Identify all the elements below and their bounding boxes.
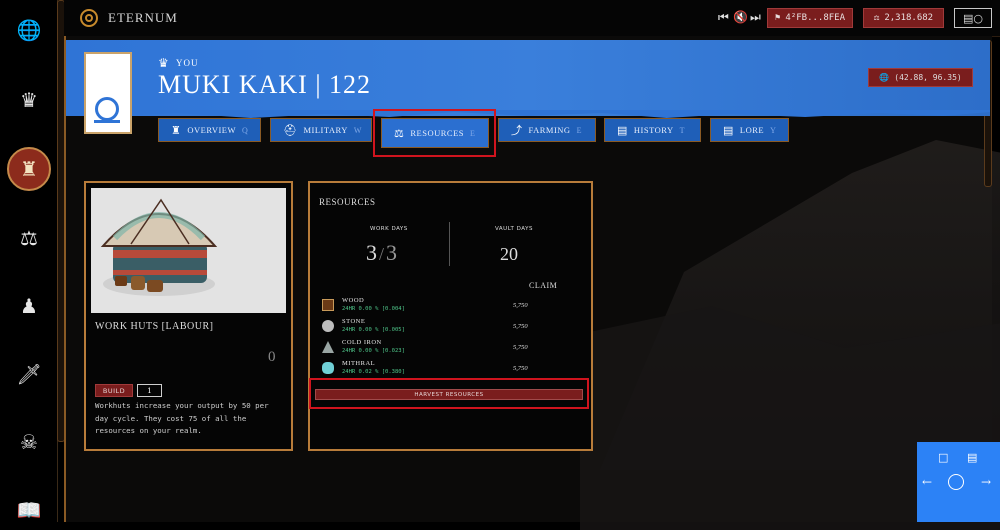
- map-nav-pad: □ ▤ ← →: [917, 442, 1000, 522]
- resource-name: MITHRAL: [342, 360, 376, 367]
- resource-name: STONE: [342, 318, 366, 325]
- stone-icon: [322, 320, 334, 332]
- tab-history[interactable]: ▤ HISTORY T: [604, 118, 701, 142]
- tab-farming[interactable]: ⤴ FARMING E: [498, 118, 596, 142]
- realm-symbol-icon: [94, 97, 120, 123]
- center-map-icon[interactable]: [948, 474, 964, 490]
- account-address: 4²FB...8FEA: [785, 13, 846, 23]
- work-days-label: WORK DAYS: [370, 226, 408, 232]
- crown-icon[interactable]: ♛: [15, 86, 43, 114]
- tab-shortcut: T: [679, 125, 686, 135]
- scroll-icon: ▤: [617, 124, 628, 137]
- work-days-value: 3/3: [366, 240, 398, 265]
- wallet-icon[interactable]: ▤○: [954, 8, 992, 28]
- owner-label: YOU: [176, 58, 199, 68]
- castle-icon: ♜: [171, 124, 182, 137]
- skip-forward-icon[interactable]: ⏭: [750, 10, 761, 25]
- skull-icon[interactable]: ☠: [15, 428, 43, 456]
- sword-icon[interactable]: 🗡: [15, 360, 43, 388]
- work-hut-image: [91, 188, 286, 313]
- balance-value: 2,318.682: [884, 13, 934, 23]
- chest-icon[interactable]: ▤: [967, 451, 977, 464]
- resources-card: [308, 181, 593, 451]
- scythe-icon: ⤴: [511, 125, 523, 137]
- mithral-icon: [322, 362, 334, 374]
- work-days-current: 3: [366, 240, 377, 265]
- tab-military[interactable]: ⛑ MILITARY W: [270, 118, 372, 142]
- tab-shortcut: Y: [770, 125, 777, 135]
- resources-title: RESOURCES: [319, 197, 376, 207]
- highlight-box: [373, 109, 496, 157]
- resource-claim: 5,750: [513, 365, 528, 372]
- yurt-illustration: [100, 198, 218, 296]
- resource-claim: 5,750: [513, 302, 528, 309]
- tab-label: HISTORY: [633, 125, 674, 135]
- tab-shortcut: W: [353, 125, 362, 135]
- stat-divider: [449, 222, 450, 266]
- tab-label: LORE: [739, 125, 765, 135]
- build-quantity-input[interactable]: 1: [137, 384, 162, 397]
- brand-title: ETERNUM: [108, 10, 178, 25]
- resource-claim: 5,750: [513, 344, 528, 351]
- build-button[interactable]: BUILD: [95, 384, 133, 397]
- tab-shortcut: Q: [242, 125, 249, 135]
- globe-icon: 🌐: [879, 73, 890, 82]
- lords-balance[interactable]: ⚖ 2,318.682: [863, 8, 944, 28]
- flag-icon: ⚑: [774, 13, 781, 23]
- book-icon[interactable]: 📖: [15, 496, 43, 524]
- resource-rate: 24HR 0.00 % [0.004]: [342, 306, 405, 312]
- resource-rate: 24HR 0.00 % [0.005]: [342, 327, 405, 333]
- tab-label: OVERVIEW: [187, 125, 237, 135]
- tab-overview[interactable]: ♜ OVERVIEW Q: [158, 118, 261, 142]
- globe-icon[interactable]: 🌐: [15, 16, 43, 44]
- resource-name: COLD IRON: [342, 339, 382, 346]
- arrow-left-icon[interactable]: ←: [922, 475, 932, 489]
- claim-header: CLAIM: [529, 281, 558, 290]
- tab-shortcut: E: [576, 125, 582, 135]
- highlight-box: [309, 378, 589, 409]
- account-button[interactable]: ⚑ 4²FB...8FEA: [767, 8, 853, 28]
- coordinates-button[interactable]: 🌐 (42.88, 96.35): [868, 68, 973, 87]
- resource-claim: 5,750: [513, 323, 528, 330]
- lords-icon: ⚖: [873, 13, 880, 23]
- army-icon[interactable]: ♟: [15, 292, 43, 320]
- coordinates-value: (42.88, 96.35): [894, 73, 962, 82]
- tab-lore[interactable]: ▤ LORE Y: [710, 118, 789, 142]
- balance-icon[interactable]: ⚖: [15, 224, 43, 252]
- wood-icon: [322, 299, 334, 311]
- resource-rate: 24HR 0.00 % [0.023]: [342, 348, 405, 354]
- resource-name: WOOD: [342, 297, 365, 304]
- top-bar: [64, 0, 1000, 37]
- eternum-logo-icon: [80, 9, 98, 27]
- tab-label: MILITARY: [303, 125, 348, 135]
- work-huts-title: WORK HUTS [LABOUR]: [95, 321, 214, 332]
- vault-days-label: VAULT DAYS: [495, 226, 533, 232]
- work-huts-count: 0: [268, 349, 276, 365]
- work-huts-description: Workhuts increase your output by 50 per …: [95, 401, 269, 435]
- resource-rate: 24HR 0.02 % [0.380]: [342, 369, 405, 375]
- skip-back-icon[interactable]: ⏮: [718, 10, 729, 25]
- mute-icon[interactable]: 🔇: [733, 10, 748, 24]
- castle-icon[interactable]: ♜: [7, 147, 51, 191]
- realm-name: MUKI KAKI | 122: [158, 70, 372, 99]
- arrow-right-icon[interactable]: →: [981, 475, 991, 489]
- work-days-total: 3: [386, 240, 398, 265]
- helmet-icon: ⛑: [283, 124, 298, 137]
- tab-label: FARMING: [528, 125, 571, 135]
- scroll-icon: ▤: [723, 124, 734, 137]
- side-nav: 🌐 ♛ ♜ ⚖ ♟ 🗡 ☠ 📖: [0, 0, 58, 522]
- crown-icon: ♛: [158, 56, 169, 70]
- vault-days-value: 20: [500, 244, 518, 264]
- bookmark-icon[interactable]: □: [938, 451, 948, 464]
